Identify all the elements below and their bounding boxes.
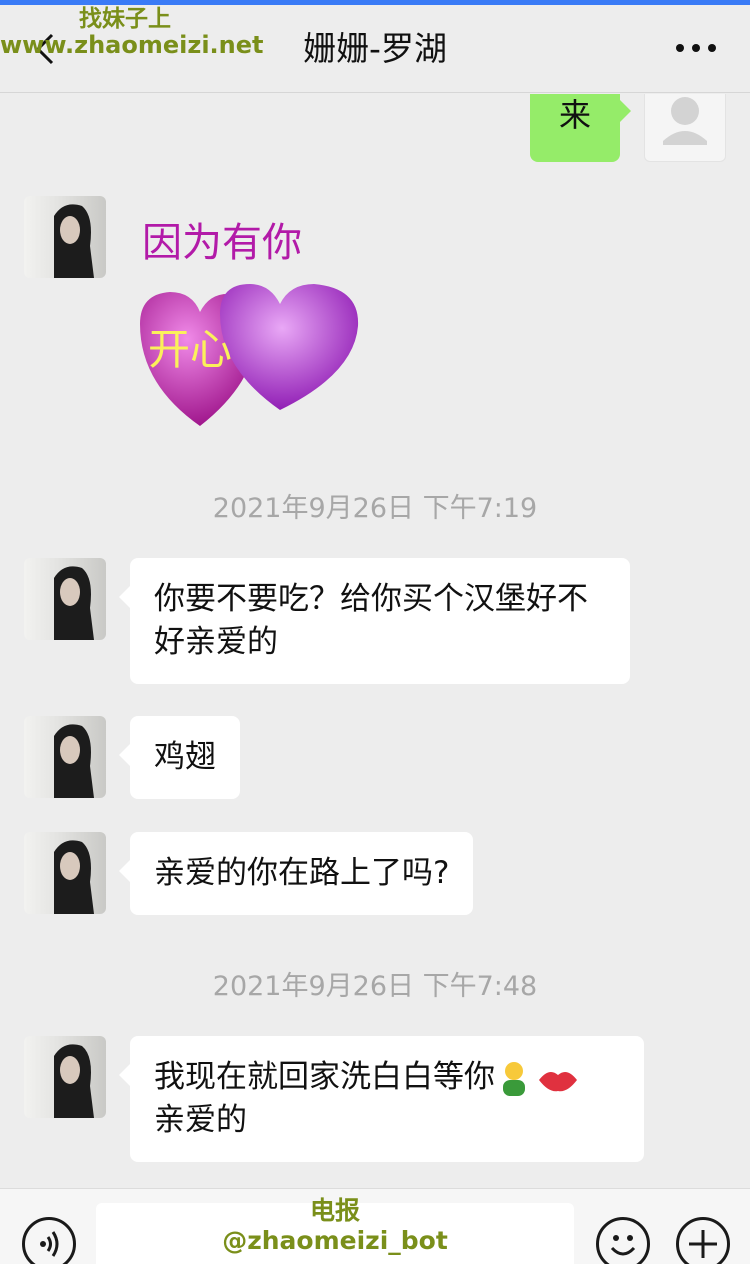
- avatar-self[interactable]: [644, 94, 726, 162]
- sticker-text-line2: 开心: [148, 325, 232, 374]
- contact-photo: [54, 566, 94, 640]
- more-dots-icon: [676, 44, 684, 52]
- message-bubble[interactable]: 我现在就回家洗白白等你 亲爱的: [119, 1036, 644, 1162]
- message-bubble[interactable]: 你要不要吃？给你买个汉堡好不好亲爱的: [119, 558, 630, 684]
- chat-message-list[interactable]: 来 因为有你 开心 2021年9月26日 下午7:19 你要不要吃？给你买个汉堡…: [0, 94, 750, 1188]
- avatar-contact[interactable]: [24, 196, 106, 278]
- message-bubble[interactable]: 鸡翅: [119, 716, 240, 799]
- emoji-button[interactable]: [596, 1217, 650, 1264]
- timestamp: 2021年9月26日 下午7:19: [212, 493, 538, 524]
- plus-button[interactable]: [676, 1217, 730, 1264]
- watermark-bottom-line2: @zhaomeizi_bot: [222, 1226, 448, 1255]
- contact-photo: [54, 840, 94, 914]
- watermark-bottom: 电报 @zhaomeizi_bot: [96, 1196, 574, 1256]
- sticker-text-line1: 因为有你: [142, 220, 302, 266]
- lips-emoji-icon: [537, 1064, 579, 1094]
- hugging-emoji-icon: [495, 1060, 533, 1098]
- watermark-top: 找妹子上 www.zhaomeizi.net: [0, 6, 264, 59]
- avatar-contact[interactable]: [24, 558, 106, 640]
- voice-button[interactable]: [22, 1217, 76, 1264]
- more-options-button[interactable]: [676, 35, 716, 61]
- watermark-top-line1: 找妹子上: [79, 6, 171, 32]
- default-avatar-icon: [663, 97, 707, 145]
- avatar-contact[interactable]: [24, 1036, 106, 1118]
- message-text-tail: 亲爱的: [154, 1102, 247, 1138]
- contact-photo: [54, 1044, 94, 1118]
- avatar-contact[interactable]: [24, 716, 106, 798]
- contact-photo: [54, 724, 94, 798]
- message-text: 我现在就回家洗白白等你: [154, 1059, 495, 1095]
- emoji-icon: [610, 1235, 636, 1256]
- voice-icon: [40, 1231, 59, 1257]
- message-bubble-own[interactable]: 来: [530, 94, 631, 162]
- plus-icon: [689, 1230, 717, 1258]
- contact-photo: [54, 204, 94, 278]
- sticker-message[interactable]: 因为有你 开心: [130, 214, 370, 434]
- timestamp: 2021年9月26日 下午7:48: [212, 971, 538, 1002]
- message-bubble[interactable]: 亲爱的你在路上了吗?: [118, 832, 474, 915]
- watermark-top-line2: www.zhaomeizi.net: [0, 31, 264, 59]
- watermark-bottom-line1: 电报: [309, 1196, 360, 1225]
- avatar-contact[interactable]: [24, 832, 106, 914]
